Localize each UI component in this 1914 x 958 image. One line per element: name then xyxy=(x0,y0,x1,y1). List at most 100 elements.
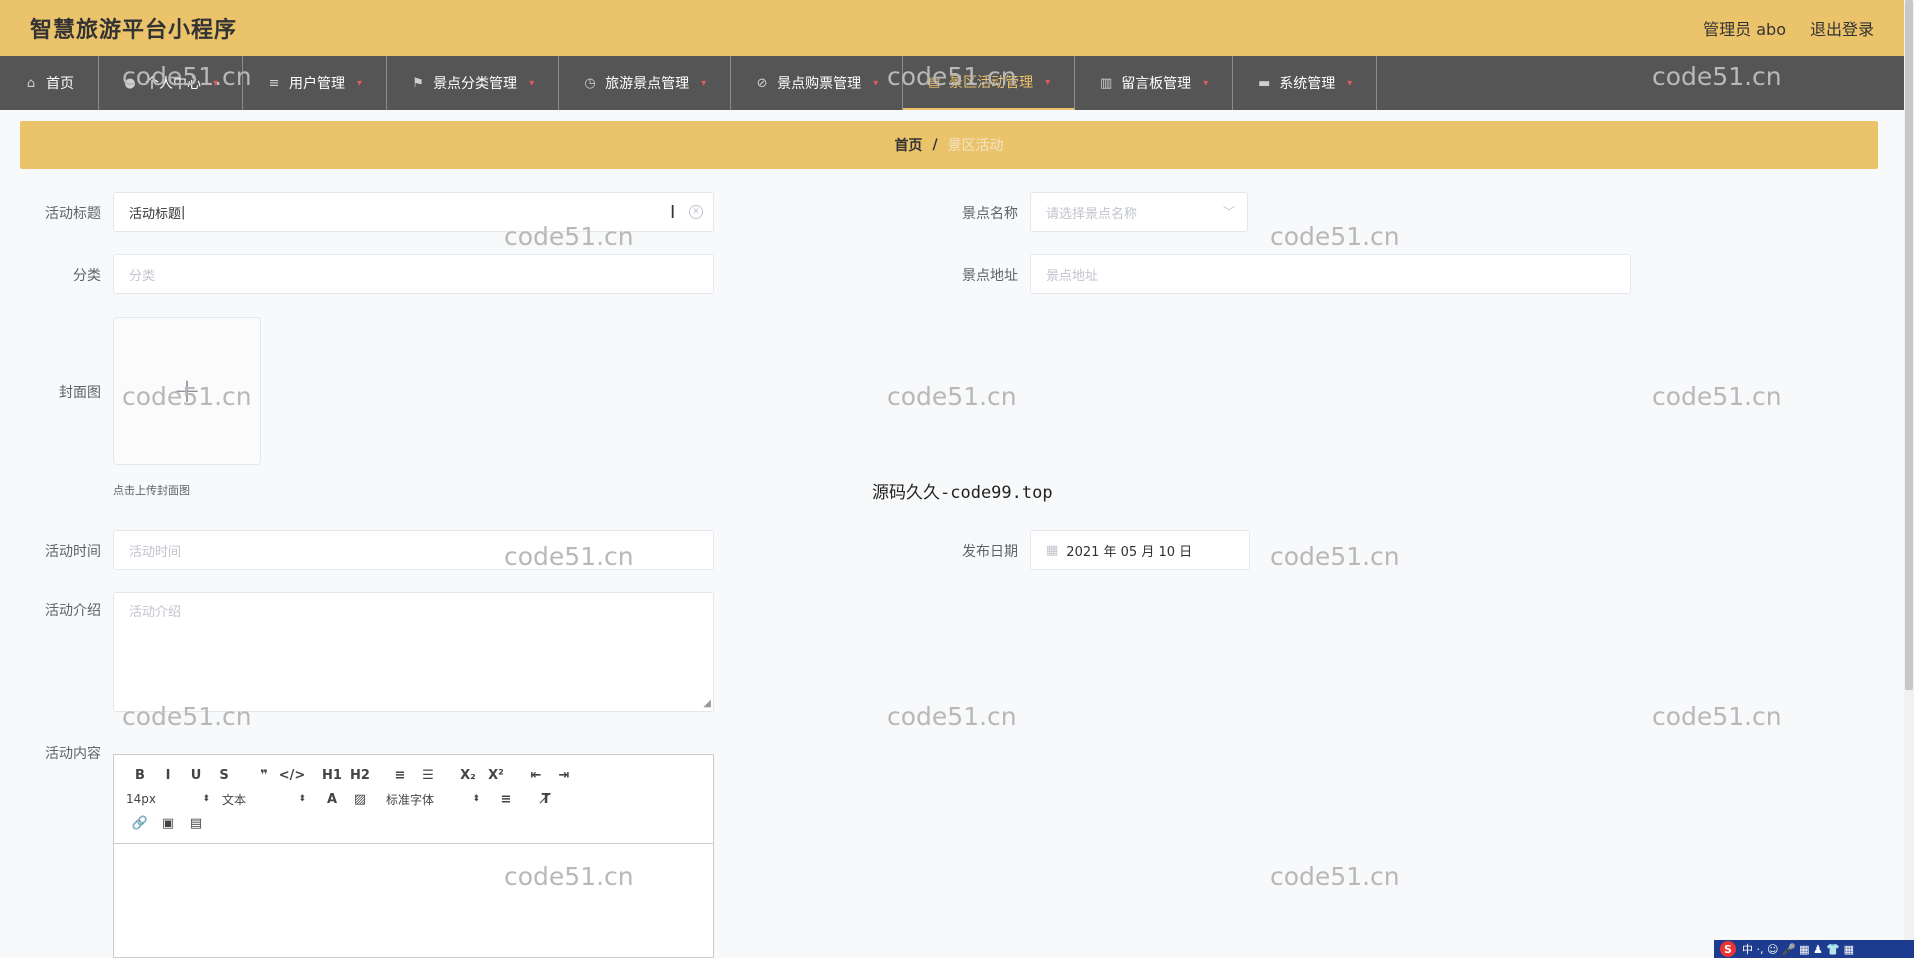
nav-item-8[interactable]: ▬ 系统管理 ▾ xyxy=(1233,56,1378,110)
category-placeholder: 分类 xyxy=(129,268,156,284)
intro-textarea[interactable]: 活动介绍 ◢ xyxy=(113,592,714,712)
scenic-address-input[interactable]: 景点地址 xyxy=(1030,254,1631,294)
bold-icon[interactable]: B xyxy=(126,768,154,783)
top-header: 智慧旅游平台小程序 管理员 abo 退出登录 xyxy=(0,0,1904,56)
nav-item-label: 用户管理 xyxy=(289,76,346,92)
cover-upload-tip: 点击上传封面图 xyxy=(113,484,190,497)
title-input-value: 活动标题 xyxy=(129,206,182,222)
indent-icon[interactable]: ⇥ xyxy=(550,768,578,783)
font-size-value: 14px xyxy=(126,792,156,806)
code-block-icon[interactable]: </> xyxy=(278,768,306,783)
text-caret: | xyxy=(181,204,186,220)
clear-icon[interactable]: ✕ xyxy=(689,205,703,219)
nav-item-7[interactable]: ▥ 留言板管理 ▾ xyxy=(1075,56,1234,110)
font-size-select[interactable]: 14px ⬍ xyxy=(126,792,210,806)
font-color-icon[interactable]: A xyxy=(318,792,346,807)
category-label: 分类 xyxy=(73,268,101,284)
nav-item-4[interactable]: ◷ 旅游景点管理 ▾ xyxy=(559,56,732,110)
clear-format-icon[interactable]: T̸ xyxy=(532,792,560,807)
nav-item-5[interactable]: ⊘ 景点购票管理 ▾ xyxy=(731,56,904,110)
time-input[interactable]: 活动时间 xyxy=(113,530,714,570)
toolbar-row-format: B I U S ❞ </> H1 H2 ≡ ☰ X₂ X² ⇤ ⇥ xyxy=(126,763,701,787)
nav-item-6[interactable]: ▤ 景区活动管理 ▾ xyxy=(903,56,1076,110)
intro-label: 活动介绍 xyxy=(45,603,101,619)
link-icon[interactable]: 🔗 xyxy=(126,816,154,831)
publish-date-picker[interactable]: ▦ 2021 年 05 月 10 日 xyxy=(1030,530,1250,570)
font-family-select[interactable]: 标准字体 ⬍ xyxy=(386,791,480,808)
monitor-icon: ▬ xyxy=(1258,75,1271,91)
nav-item-3[interactable]: ⚑ 景点分类管理 ▾ xyxy=(387,56,560,110)
briefcase-icon: ▥ xyxy=(1100,75,1113,91)
chevron-down-icon: ▾ xyxy=(529,77,535,89)
subscript-icon[interactable]: X₂ xyxy=(454,768,482,783)
category-input[interactable]: 分类 xyxy=(113,254,714,294)
image-icon[interactable]: ▣ xyxy=(154,816,182,831)
document-icon: ▤ xyxy=(928,74,941,90)
select-arrow-icon: ⬍ xyxy=(298,794,306,804)
chevron-down-icon: ▾ xyxy=(873,77,879,89)
cover-upload[interactable]: + xyxy=(113,317,261,465)
watermark-text: code51.cn xyxy=(1270,862,1400,891)
watermark-text: code51.cn xyxy=(1270,222,1400,251)
logout-button[interactable]: 退出登录 xyxy=(1810,16,1874,40)
breadcrumb-current: 景区活动 xyxy=(947,138,1004,154)
cover-label: 封面图 xyxy=(59,385,101,401)
h2-icon[interactable]: H2 xyxy=(346,768,374,783)
intro-placeholder: 活动介绍 xyxy=(129,605,182,620)
ordered-list-icon[interactable]: ≡ xyxy=(386,768,414,783)
superscript-icon[interactable]: X² xyxy=(482,768,510,783)
publish-date-label: 发布日期 xyxy=(962,544,1018,560)
scenic-name-placeholder: 请选择景点名称 xyxy=(1046,206,1138,222)
outdent-icon[interactable]: ⇤ xyxy=(522,768,550,783)
nav-item-label: 系统管理 xyxy=(1279,76,1336,92)
bullet-list-icon[interactable]: ☰ xyxy=(414,768,442,783)
select-arrow-icon: ⬍ xyxy=(472,794,480,804)
scenic-address-placeholder: 景点地址 xyxy=(1046,268,1099,284)
ime-toolbar[interactable]: S 中 ·, ☺ 🎤 ▦ ♟ 👕 ▦ xyxy=(1714,940,1914,958)
chevron-down-icon: ﹀ xyxy=(1222,205,1235,219)
chevron-down-icon: ▾ xyxy=(1045,76,1051,88)
header-actions: 管理员 abo 退出登录 xyxy=(1703,16,1874,40)
calendar-icon: ▦ xyxy=(1046,542,1059,558)
vertical-scrollbar[interactable] xyxy=(1904,0,1914,958)
breadcrumb-home[interactable]: 首页 xyxy=(894,135,922,155)
header-select-value: 文本 xyxy=(222,792,247,807)
compass-icon: ⊘ xyxy=(756,75,768,91)
nav-item-1[interactable]: ● 个人中心 ▾ xyxy=(99,56,244,110)
user-label[interactable]: 管理员 abo xyxy=(1703,16,1786,40)
breadcrumb: 首页 / 景区活动 xyxy=(20,121,1878,169)
list-icon: ≡ xyxy=(268,75,280,91)
plus-icon: + xyxy=(172,371,202,411)
rich-text-editor: B I U S ❞ </> H1 H2 ≡ ☰ X₂ X² ⇤ ⇥ 14px ⬍ 文本 ⬍ A ▨ 标准字体 ⬍… xyxy=(113,754,714,958)
chevron-down-icon: ▾ xyxy=(357,77,363,89)
nav-item-label: 景区活动管理 xyxy=(949,75,1034,91)
align-icon[interactable]: ≡ xyxy=(492,792,520,807)
underline-icon[interactable]: U xyxy=(182,768,210,783)
scrollbar-thumb[interactable] xyxy=(1905,0,1913,690)
chevron-down-icon: ▾ xyxy=(1203,77,1209,89)
video-icon[interactable]: ▤ xyxy=(182,816,210,831)
ime-logo: S xyxy=(1720,941,1736,957)
h1-icon[interactable]: H1 xyxy=(318,768,346,783)
scenic-name-select[interactable]: 请选择景点名称 ﹀ xyxy=(1030,192,1248,232)
main-nav: ⌂ 首页 ● 个人中心 ▾ ≡ 用户管理 ▾ ⚑ 景点分类管理 ▾ ◷ 旅游景点管理 ▾ ⊘ 景点购票管理 ▾ ▤… xyxy=(0,56,1904,110)
center-overlay-text: 源码久久-code99.top xyxy=(872,483,1053,503)
nav-item-2[interactable]: ≡ 用户管理 ▾ xyxy=(243,56,388,110)
background-color-icon[interactable]: ▨ xyxy=(346,792,374,807)
scenic-address-label: 景点地址 xyxy=(962,268,1018,284)
blockquote-icon[interactable]: ❞ xyxy=(250,768,278,783)
nav-item-label: 留言板管理 xyxy=(1121,76,1192,92)
chevron-down-icon: ▾ xyxy=(701,77,707,89)
strike-icon[interactable]: S xyxy=(210,768,238,783)
header-select[interactable]: 文本 ⬍ xyxy=(222,791,306,808)
font-family-value: 标准字体 xyxy=(386,792,435,807)
nav-item-label: 首页 xyxy=(46,76,74,92)
watermark-text: code51.cn xyxy=(1270,542,1400,571)
user-icon: ● xyxy=(124,75,136,91)
nav-item-0[interactable]: ⌂ 首页 xyxy=(0,56,99,110)
watermark-text: code51.cn xyxy=(1652,382,1782,411)
resize-handle-icon[interactable]: ◢ xyxy=(703,698,711,709)
editor-content-area[interactable] xyxy=(114,844,713,954)
title-input[interactable]: 活动标题 | I ✕ xyxy=(113,192,714,232)
italic-icon[interactable]: I xyxy=(154,768,182,783)
